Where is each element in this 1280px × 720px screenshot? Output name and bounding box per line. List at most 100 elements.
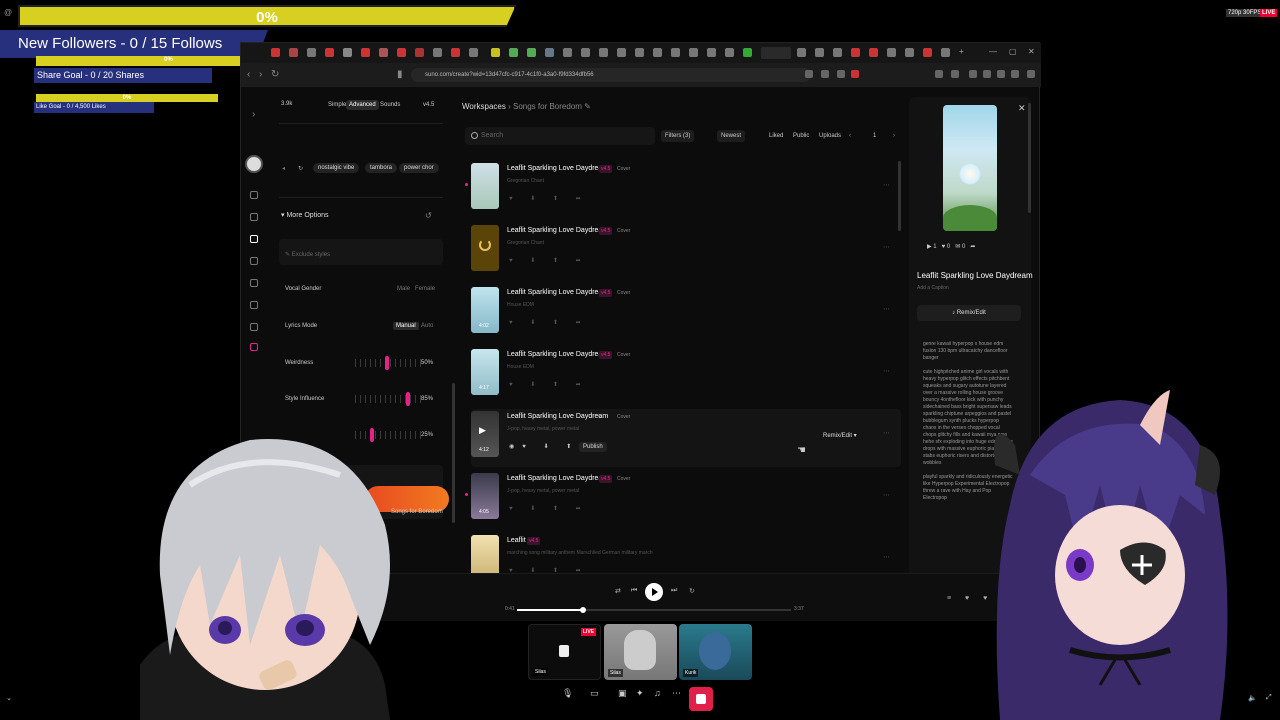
play-button[interactable] [645,583,663,601]
fullscreen-icon[interactable]: ⤢ [1266,694,1272,702]
style-influence-slider[interactable] [355,392,425,406]
studio-icon[interactable] [250,257,258,265]
more-options-icon[interactable]: ⋯ [883,553,890,561]
sort-dropdown[interactable]: Newest [717,130,746,142]
more-options-toggle[interactable]: ▾ More Options [281,211,329,219]
tab-icon[interactable] [509,48,518,57]
edit-title-icon[interactable]: ✎ [597,414,601,420]
tab-icon[interactable] [433,48,442,57]
shuffle-icon[interactable]: ↻ [293,163,308,174]
extension-icon[interactable] [837,70,845,78]
tab-icon[interactable] [725,48,734,57]
vocal-female-option[interactable]: Female [415,286,435,292]
publish-button[interactable]: Publish [579,442,607,452]
extension-icon[interactable] [969,70,977,78]
active-tab[interactable] [761,47,791,59]
soundboard-icon[interactable]: ♫ [654,688,661,698]
browser-menu-icon[interactable] [1027,70,1035,78]
tab-icon[interactable] [743,48,752,57]
extension-icon[interactable] [983,70,991,78]
create-icon[interactable] [250,235,258,243]
tab-uploads[interactable]: Uploads [815,130,845,142]
tab-icon[interactable] [599,48,608,57]
tab-icon[interactable] [671,48,680,57]
lyrics-manual-option[interactable]: Manual [393,322,419,330]
tab-icon[interactable] [869,48,878,57]
call-tile-silas[interactable]: Silas [604,624,677,680]
call-tile-screen[interactable]: LIVE Silas [528,624,601,680]
tab-icon[interactable] [887,48,896,57]
song-title[interactable]: Leaflit Sparkling Love Daydream [507,475,608,482]
detail-remix-button[interactable]: ♪ Remix/Edit [917,305,1021,321]
next-page-icon[interactable]: › [889,130,899,142]
tab-liked[interactable]: Liked [765,130,787,142]
explore-icon[interactable] [250,213,258,221]
song-action-icons[interactable]: ♥ ⬇ ⬆ ➦ [509,257,589,264]
more-options-icon[interactable]: ⋯ [883,305,890,313]
search-nav-icon[interactable] [250,301,258,309]
song-list-scrollbar[interactable] [898,161,901,231]
more-options-icon[interactable]: ⋯ [883,243,890,251]
tag-scroll-icon[interactable]: ◂ [277,163,290,174]
extension-icon[interactable] [997,70,1005,78]
extension-icon[interactable] [821,70,829,78]
tab-icon[interactable] [581,48,590,57]
tab-icon[interactable] [307,48,316,57]
library-icon[interactable] [250,279,258,287]
tab-icon[interactable] [325,48,334,57]
tab-icon[interactable] [653,48,662,57]
weirdness-slider[interactable] [355,356,425,370]
back-icon[interactable]: ‹ [247,69,250,80]
tab-icon[interactable] [415,48,424,57]
remix-edit-button[interactable]: Remix/Edit ▾ [819,430,861,441]
close-window-icon[interactable]: ✕ [1028,47,1035,56]
tab-icon[interactable] [617,48,626,57]
progress-bar[interactable] [517,607,791,613]
tab-icon[interactable] [491,48,500,57]
home-icon[interactable] [250,191,258,199]
new-tab-icon[interactable]: + [959,47,964,56]
share-icon[interactable]: ➦ [970,244,975,250]
shuffle-icon[interactable]: ⇄ [615,587,621,595]
song-title[interactable]: Leaflit Sparkling Love Daydream [507,165,608,172]
previous-icon[interactable]: ⏮ [631,587,637,595]
model-version-select[interactable]: v4.5 [423,102,434,108]
create-panel-scrollbar[interactable] [452,383,455,523]
camera-icon[interactable]: ▭ [590,688,599,699]
song-row[interactable]: 4:05 Leaflit Sparkling Love Daydream v4.5 C… [465,471,901,529]
extension-icon[interactable] [1011,70,1019,78]
detail-scrollbar[interactable] [1028,103,1031,213]
extension-icon[interactable] [935,70,943,78]
activities-icon[interactable]: ✦ [636,688,644,699]
tab-icon[interactable] [469,48,478,57]
reset-options-icon[interactable]: ↺ [425,211,432,220]
song-title[interactable]: Leaflit Sparkling Love Daydream [507,351,608,358]
tab-icon[interactable] [707,48,716,57]
song-action-icons[interactable]: ♥ ⬇ ⬆ ➦ [509,319,589,326]
song-row[interactable]: 4:02 Leaflit Sparkling Love Daydream v4.5 C… [471,285,901,343]
maximize-icon[interactable]: ▢ [1009,47,1017,56]
song-action-icons[interactable]: ♥ ⬇ ⬆ ➦ [509,381,589,388]
more-options-icon[interactable]: ⋯ [883,429,890,437]
minimize-icon[interactable]: — [989,47,997,56]
likes-icon[interactable]: ♥ [942,244,946,250]
more-icon[interactable]: ⋯ [672,688,681,699]
tab-icon[interactable] [271,48,280,57]
expand-icon[interactable]: ⌄ [6,694,12,702]
tab-icon[interactable] [815,48,824,57]
collapse-sidebar-icon[interactable]: › [252,109,255,120]
tab-icon[interactable] [689,48,698,57]
vocal-male-option[interactable]: Male [397,286,410,292]
play-thumbnail-icon[interactable]: ▶ [479,425,486,436]
notifications-icon[interactable] [250,323,258,331]
song-action-icons[interactable]: ♥ ⬇ ⬆ ➦ [509,505,589,512]
tab-icon[interactable] [545,48,554,57]
next-icon[interactable]: ⏭ [671,587,677,595]
screen-share-icon[interactable]: ▣ [618,688,627,699]
tab-icon[interactable] [923,48,932,57]
song-title[interactable]: Leaflit Sparkling Love Daydream [507,289,608,296]
end-call-button[interactable] [689,687,713,711]
tab-icon[interactable] [289,48,298,57]
volume-icon[interactable]: 🔈 [1248,694,1257,702]
slider-thumb[interactable] [406,392,410,406]
